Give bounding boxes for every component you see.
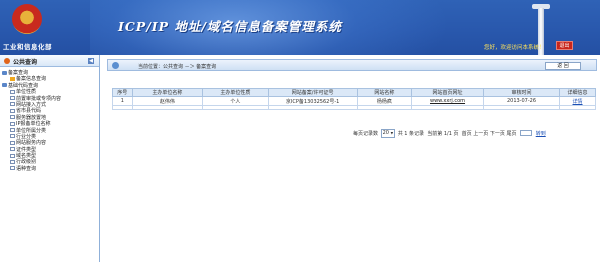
col-header: 网站首页网址 (411, 88, 484, 97)
current-page: 当前第 1/1 页 (427, 130, 459, 137)
cell-detail: 详情 (559, 96, 596, 106)
col-header: 网站备案/许可证号 (267, 88, 358, 97)
tree-item[interactable]: 语种查询 (0, 166, 99, 172)
page-icon (10, 166, 15, 171)
sidebar-header: 公共查询 ◀ (0, 55, 99, 67)
welcome-text: 您好，欢迎访问本系统！ (484, 45, 545, 51)
homepage-url-link[interactable]: www.xxrj.com (430, 98, 465, 104)
page-icon (10, 140, 15, 145)
col-header: 网站名称 (356, 88, 413, 97)
page-icon (10, 159, 15, 164)
back-button[interactable]: 返 回 (545, 61, 581, 70)
sidebar: 公共查询 ◀ 备案查询 备案信息查询 基础代码查询 单位性质 前置审批或专项内容… (0, 55, 100, 262)
tree-label: 证件类型 (16, 146, 37, 153)
col-header: 主办单位性质 (202, 88, 269, 97)
cell-homepage-url: www.xxrj.com (411, 96, 484, 106)
tree-label: 单位所属分类 (16, 127, 47, 134)
breadcrumb-text: 当前位置：公共查询 －＞ 备案查询 (138, 63, 217, 70)
nav-tree: 备案查询 备案信息查询 基础代码查询 单位性质 前置审批或专项内容 网站接入方式… (0, 70, 99, 172)
table-header-row: 序号 主办单位名称 主办单位性质 网站备案/许可证号 网站名称 网站首页网址 审… (112, 88, 596, 97)
table-filler-row (112, 105, 596, 110)
tree-label: 备案信息查询 (16, 76, 47, 83)
page-selected-icon (10, 76, 15, 81)
per-page-value: 20 (382, 130, 389, 136)
tree-label: 单位性质 (16, 89, 37, 96)
prev-page-link[interactable]: 上一页 (473, 130, 488, 137)
page-icon (10, 108, 15, 113)
detail-link[interactable]: 详情 (573, 99, 583, 105)
folder-icon (2, 70, 7, 75)
page-icon (10, 147, 15, 152)
collapse-arrow-icon[interactable]: ◀ (88, 58, 94, 64)
cell-index: 1 (112, 96, 133, 106)
tree-label: 行业分类 (16, 133, 37, 140)
main-content: 当前位置：公共查询 －＞ 备案查询 返 回 序号 主办单位名称 主办单位性质 网… (103, 55, 600, 262)
ministry-name: 工业和信息化部 (3, 43, 52, 51)
cell-license-number: 京ICP备13032562号-1 (267, 96, 358, 106)
panel-bullet-icon (4, 58, 10, 64)
logout-button[interactable]: 退出 (556, 41, 573, 50)
per-page-select[interactable]: 20 ▾ (380, 129, 396, 138)
header-banner: 工业和信息化部 ICP/IP 地址/域名信息备案管理系统 您好，欢迎访问本系统！… (0, 0, 600, 55)
page-icon (10, 89, 15, 94)
col-header: 审核时间 (482, 88, 561, 97)
cell-sponsor-name: 赵伟伟 (131, 96, 204, 106)
tree-label: IP报备单位名称 (16, 121, 51, 128)
result-table: 序号 主办单位名称 主办单位性质 网站备案/许可证号 网站名称 网站首页网址 审… (112, 88, 596, 110)
tree-label: 基础代码查询 (8, 82, 39, 89)
pagination: 每页记录数 20 ▾ 共 1 条记录 当前第 1/1 页 首页 上一页 下一页 … (353, 129, 598, 138)
col-header: 详细信息 (559, 88, 596, 97)
table-row: 1 赵伟伟 个人 京ICP备13032562号-1 杨杨疯 www.xxrj.c… (112, 96, 596, 106)
tree-label: 前置审批或专项内容 (16, 95, 62, 102)
per-page-label: 每页记录数 (353, 130, 379, 137)
page-icon (10, 128, 15, 133)
sidebar-title: 公共查询 (13, 59, 38, 66)
tree-label: 网站服务内容 (16, 140, 47, 147)
breadcrumb: 当前位置：公共查询 －＞ 备案查询 返 回 (107, 59, 597, 71)
col-header: 序号 (112, 88, 133, 97)
tree-label: 语种查询 (16, 165, 37, 172)
home-icon (112, 62, 119, 69)
next-page-link[interactable]: 下一页 (490, 130, 505, 137)
page-jump-input[interactable] (520, 130, 533, 137)
page-icon (10, 153, 15, 158)
page-icon (10, 134, 15, 139)
page-icon (10, 121, 15, 126)
last-page-link[interactable]: 尾页 (507, 130, 517, 137)
cell-sponsor-type: 个人 (202, 96, 269, 106)
go-page-link[interactable]: 转到 (536, 130, 546, 137)
tree-label: 服务器放置地 (16, 114, 47, 121)
system-title: ICP/IP 地址/域名信息备案管理系统 (118, 19, 342, 34)
page-icon (10, 115, 15, 120)
first-page-link[interactable]: 首页 (462, 130, 472, 137)
page-icon (10, 102, 15, 107)
cell-review-date: 2013-07-26 (482, 96, 561, 106)
folder-icon (2, 83, 7, 88)
cell-site-name: 杨杨疯 (356, 96, 413, 106)
col-header: 主办单位名称 (131, 88, 204, 97)
page-icon (10, 96, 15, 101)
tree-label: 省市县代码 (16, 108, 42, 115)
tree-label: 行政级别 (16, 159, 37, 166)
total-records: 共 1 条记录 (397, 130, 425, 137)
national-emblem-icon (12, 4, 42, 34)
